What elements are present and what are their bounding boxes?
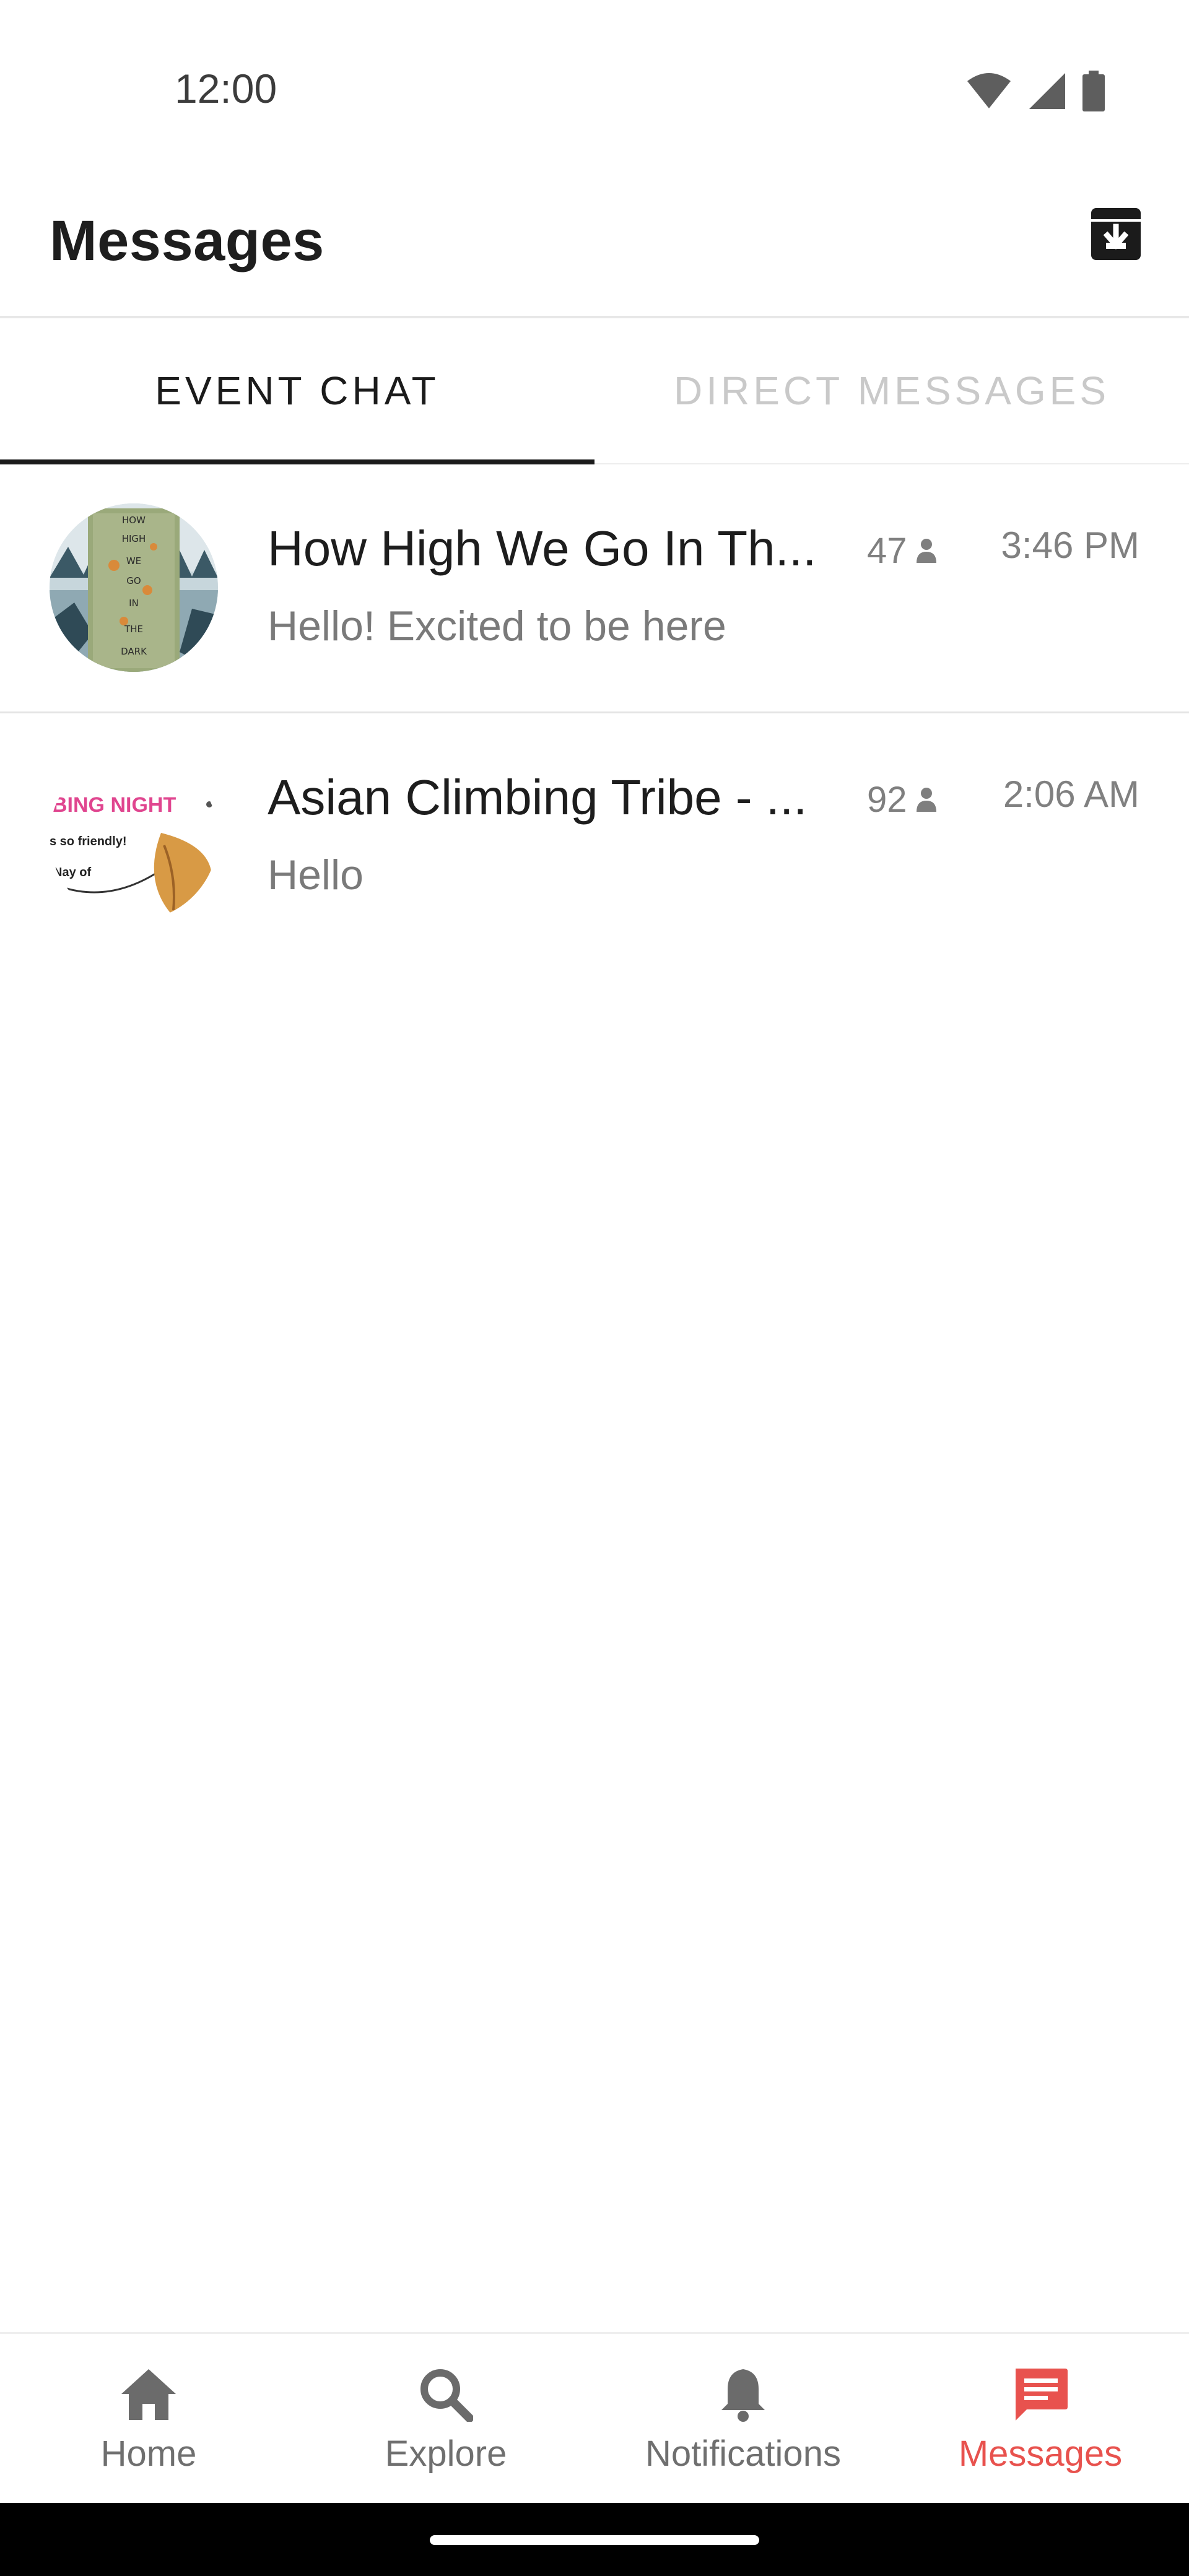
battery-icon — [1082, 71, 1105, 111]
avatar-text: THE — [124, 624, 143, 635]
member-count: 47 — [867, 530, 937, 572]
status-time: 12:00 — [175, 66, 277, 111]
chat-row-how-high-we-go[interactable]: HOW HIGH WE GO IN THE DARK How High We G… — [0, 464, 1189, 713]
home-gesture-handle[interactable] — [430, 2535, 759, 2545]
chat-list: HOW HIGH WE GO IN THE DARK How High We G… — [0, 464, 1189, 962]
nav-item-explore[interactable]: Explore — [297, 2334, 594, 2503]
app-bar: Messages — [0, 180, 1189, 318]
nav-label: Home — [100, 2434, 197, 2474]
status-bar: 12:00 — [0, 0, 1189, 180]
chat-title: How High We Go In Th... — [268, 521, 817, 576]
avatar-text: s so friendly! — [50, 835, 126, 848]
bell-icon — [719, 2364, 767, 2426]
status-icons — [966, 69, 1105, 113]
home-icon — [120, 2364, 177, 2426]
chat-avatar: BING NIGHT s so friendly! Nay of — [50, 752, 218, 921]
nav-label: Explore — [385, 2434, 507, 2474]
member-count-value: 92 — [867, 780, 907, 820]
tab-label: DIRECT MESSAGES — [673, 368, 1110, 413]
avatar-text: WE — [126, 555, 141, 567]
tab-direct-messages[interactable]: DIRECT MESSAGES — [594, 318, 1189, 463]
member-count: 92 — [867, 779, 937, 820]
archive-icon — [1087, 206, 1144, 266]
avatar-text: GO — [126, 575, 141, 586]
tab-label: EVENT CHAT — [155, 368, 440, 413]
tab-bar: EVENT CHAT DIRECT MESSAGES — [0, 318, 1189, 464]
cellular-signal-icon — [1028, 72, 1066, 110]
chat-preview: Hello — [268, 851, 364, 899]
nav-label: Messages — [958, 2434, 1123, 2474]
avatar-text: DARK — [121, 646, 147, 657]
chat-icon — [1012, 2364, 1069, 2426]
avatar-text: HIGH — [122, 533, 146, 544]
person-icon — [916, 779, 937, 820]
avatar-text: BING NIGHT — [52, 793, 176, 817]
nav-item-notifications[interactable]: Notifications — [594, 2334, 892, 2503]
member-count-value: 47 — [867, 531, 907, 571]
archive-button[interactable] — [1086, 206, 1146, 265]
chat-time: 2:06 AM — [1003, 773, 1139, 815]
nav-label: Notifications — [645, 2434, 841, 2474]
system-gesture-area — [0, 2503, 1189, 2576]
chat-preview: Hello! Excited to be here — [268, 603, 726, 650]
page-title: Messages — [50, 209, 324, 272]
chat-avatar: HOW HIGH WE GO IN THE DARK — [50, 503, 218, 672]
active-tab-indicator — [0, 459, 594, 464]
search-icon — [419, 2364, 473, 2426]
nav-item-messages[interactable]: Messages — [892, 2334, 1189, 2503]
avatar-text: IN — [129, 598, 139, 609]
avatar-text: Nay of — [53, 866, 91, 879]
person-icon — [916, 530, 937, 572]
chat-time: 3:46 PM — [1001, 524, 1139, 566]
chat-title: Asian Climbing Tribe - ... — [268, 770, 808, 825]
tab-event-chat[interactable]: EVENT CHAT — [0, 318, 594, 464]
nav-item-home[interactable]: Home — [0, 2334, 297, 2503]
bottom-navigation: Home Explore Notifications Messages — [0, 2332, 1189, 2503]
chat-row-asian-climbing-tribe[interactable]: BING NIGHT s so friendly! Nay of Asian C… — [0, 713, 1189, 962]
avatar-text: HOW — [122, 515, 146, 526]
wifi-icon — [966, 72, 1012, 110]
